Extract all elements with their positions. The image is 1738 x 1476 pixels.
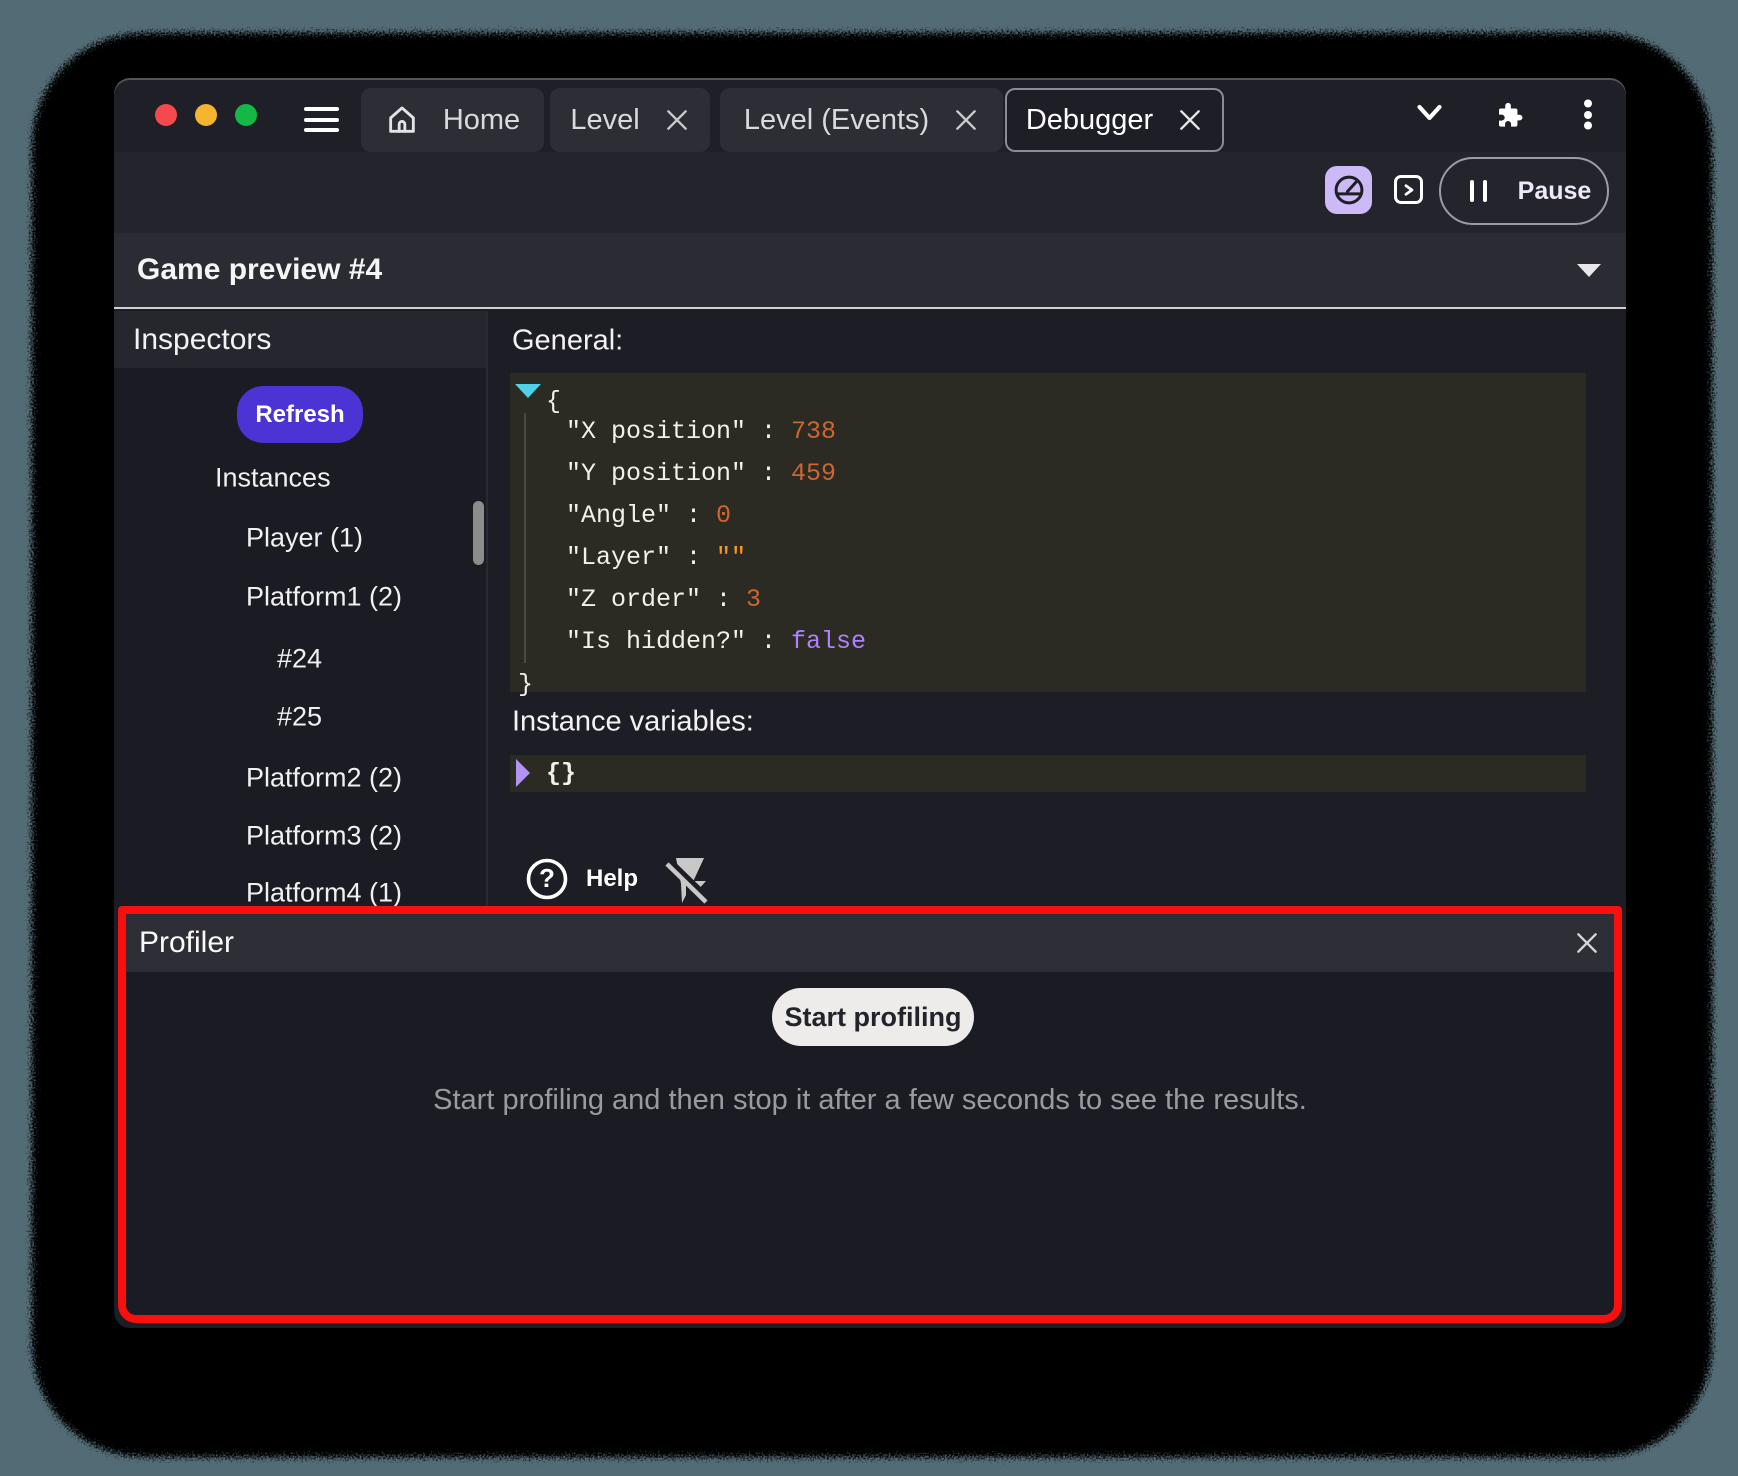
- svg-text:?: ?: [539, 863, 555, 893]
